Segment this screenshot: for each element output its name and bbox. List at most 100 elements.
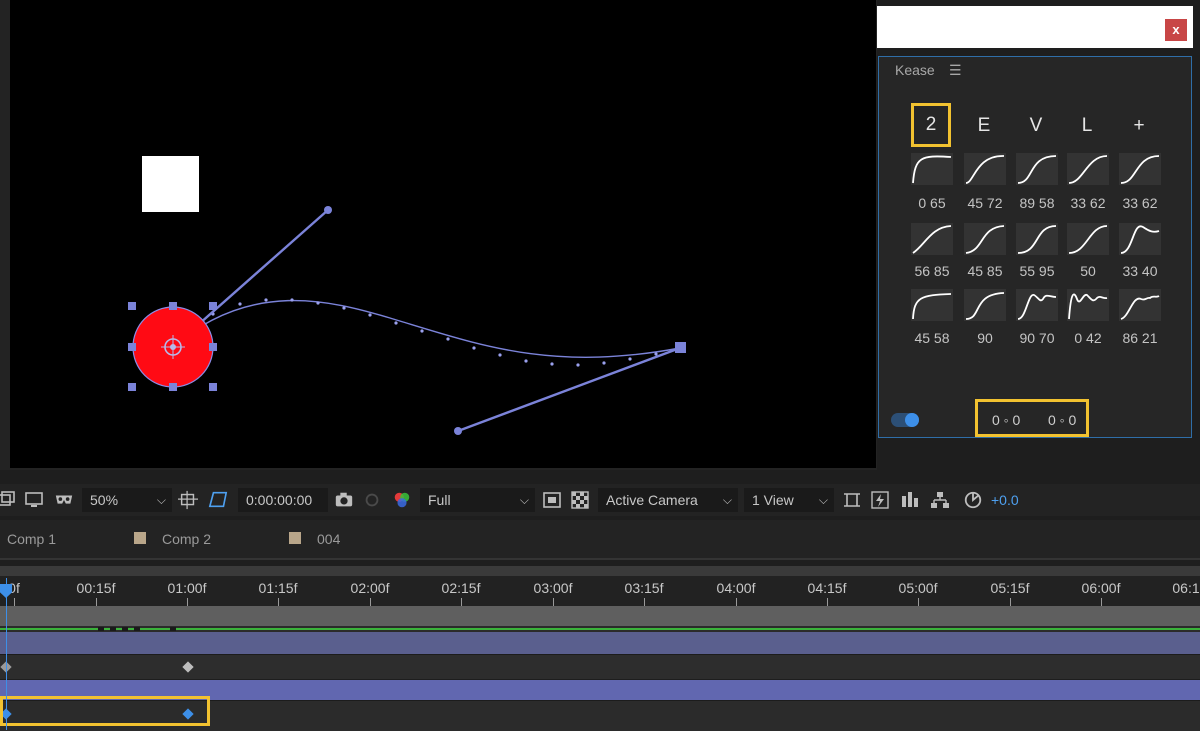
preset-label-11: 45 58 (914, 330, 950, 346)
ease-values-readout[interactable]: 0 ◦ 0 0 ◦ 0 (975, 399, 1089, 437)
timeline-icon[interactable] (900, 490, 920, 510)
end-keyframe-point[interactable] (675, 342, 686, 353)
bezier-handle-out-point[interactable] (324, 206, 332, 214)
ruler-label: 05:15f (990, 580, 1030, 596)
composition-viewer[interactable] (0, 0, 877, 470)
ease-value-left: 0 ◦ 0 (992, 412, 1021, 428)
resolution-dropdown[interactable]: Full ⌵ (420, 488, 535, 512)
zoom-value: 50% (90, 492, 119, 508)
tab-004[interactable]: 004 (317, 531, 340, 547)
cache-gap (122, 627, 128, 631)
flowchart-icon[interactable] (930, 490, 950, 510)
layers-icon[interactable] (0, 490, 16, 510)
cache-gap (170, 627, 176, 631)
playhead-line[interactable] (6, 578, 7, 730)
preset-curve-11[interactable] (911, 289, 953, 321)
white-square-layer[interactable] (142, 156, 199, 212)
property-row-1[interactable] (0, 654, 1200, 679)
exposure-reset-icon[interactable] (963, 490, 983, 510)
fast-previews-icon[interactable] (542, 490, 562, 510)
ruler-tick (461, 598, 462, 606)
color-channels-icon[interactable] (392, 490, 412, 510)
cache-line (0, 628, 1200, 630)
cache-gap (134, 627, 140, 631)
ruler-label: 02:00f (350, 580, 390, 596)
checkerboard-icon[interactable] (570, 490, 590, 510)
ruler-tick (553, 598, 554, 606)
preset-curve-10[interactable] (1119, 223, 1161, 255)
preset-curve-9[interactable] (1067, 223, 1109, 255)
preset-curve-15[interactable] (1119, 289, 1161, 321)
snapshot-icon[interactable] (362, 490, 382, 510)
fast-preview-lightning-icon[interactable] (870, 490, 890, 510)
hamburger-icon[interactable]: ☰ (949, 62, 962, 79)
preset-label-4: 33 62 (1070, 195, 1106, 211)
preset-curve-5[interactable] (1119, 153, 1161, 185)
comp-color-swatch (134, 532, 146, 544)
preset-curve-3[interactable] (1016, 153, 1058, 185)
preset-label-7: 45 85 (967, 263, 1003, 279)
time-ruler[interactable]: 0f 00:15f 01:00f 01:15f 02:00f 02:15f 03… (0, 576, 1200, 606)
camera-dropdown[interactable]: Active Camera ⌵ (598, 488, 738, 512)
ruler-tick (736, 598, 737, 606)
time-navigator-bar[interactable] (0, 566, 1200, 576)
preset-label-14: 0 42 (1074, 330, 1102, 346)
ruler-label: 03:00f (533, 580, 573, 596)
transparency-grid-icon[interactable] (208, 490, 228, 510)
tab-l[interactable]: L (1067, 115, 1107, 137)
keyframe[interactable] (182, 661, 194, 673)
keyframe-highlight-box (0, 696, 210, 726)
preset-curve-2[interactable] (964, 153, 1006, 185)
composition-tabs: Comp 1 Comp 2 004 (0, 520, 1200, 560)
preset-label-12: 90 (977, 330, 993, 346)
tab-2[interactable]: 2 (911, 103, 951, 147)
preset-curve-8[interactable] (1016, 223, 1058, 255)
tab-comp-1[interactable]: Comp 1 (7, 531, 56, 547)
preset-curve-14[interactable] (1067, 289, 1109, 321)
viewer-toolbar: 50% ⌵ 0:00:00:00 Full ⌵ Active Camera ⌵ 1 V… (0, 484, 1200, 516)
preset-curve-13[interactable] (1016, 289, 1058, 321)
tab-add[interactable]: + (1119, 115, 1159, 137)
motion-path-dots (211, 298, 658, 367)
close-button[interactable]: x (1165, 19, 1187, 41)
preset-curve-1[interactable] (911, 153, 953, 185)
region-of-interest-icon[interactable] (178, 490, 198, 510)
preset-curve-6[interactable] (911, 223, 953, 255)
monitor-icon[interactable] (24, 490, 44, 510)
tab-comp-2[interactable]: Comp 2 (162, 531, 211, 547)
bezier-handle-in-point[interactable] (454, 427, 462, 435)
view-layout-dropdown[interactable]: 1 View ⌵ (744, 488, 834, 512)
stage (128, 156, 686, 435)
tab-e[interactable]: E (964, 115, 1004, 137)
toggle-knob (905, 413, 919, 427)
zoom-dropdown[interactable]: 50% ⌵ (82, 488, 172, 512)
preset-label-15: 86 21 (1122, 330, 1158, 346)
preset-curve-12[interactable] (964, 289, 1006, 321)
work-area-bar[interactable] (0, 606, 1200, 626)
ruler-tick (278, 598, 279, 606)
ruler-tick (644, 598, 645, 606)
kease-panel: Kease ☰ 2 E V L + 0 65 45 72 89 58 33 62… (878, 56, 1192, 438)
ruler-label: 00:15f (76, 580, 116, 596)
layer-bar-1[interactable] (0, 632, 1200, 654)
tab-v[interactable]: V (1016, 115, 1056, 137)
tab-divider (0, 558, 1200, 560)
bezier-handle-in[interactable] (457, 346, 681, 433)
camera-icon[interactable] (334, 490, 354, 510)
timecode-field[interactable]: 0:00:00:00 (238, 488, 328, 512)
ruler-tick (1010, 598, 1011, 606)
timecode-value: 0:00:00:00 (246, 492, 313, 508)
exposure-value[interactable]: +0.0 (991, 488, 1019, 512)
mask-icon[interactable] (54, 490, 74, 510)
ruler-tick (1101, 598, 1102, 606)
ruler-tick (96, 598, 97, 606)
toggle-pixel-aspect-icon[interactable] (842, 490, 862, 510)
ruler-label: 01:15f (258, 580, 298, 596)
preset-curve-4[interactable] (1067, 153, 1109, 185)
composition-canvas[interactable] (10, 0, 876, 468)
toggle-switch[interactable] (891, 413, 919, 427)
preset-label-3: 89 58 (1019, 195, 1055, 211)
resolution-value: Full (428, 492, 451, 508)
motion-path[interactable] (172, 299, 681, 358)
preset-curve-7[interactable] (964, 223, 1006, 255)
